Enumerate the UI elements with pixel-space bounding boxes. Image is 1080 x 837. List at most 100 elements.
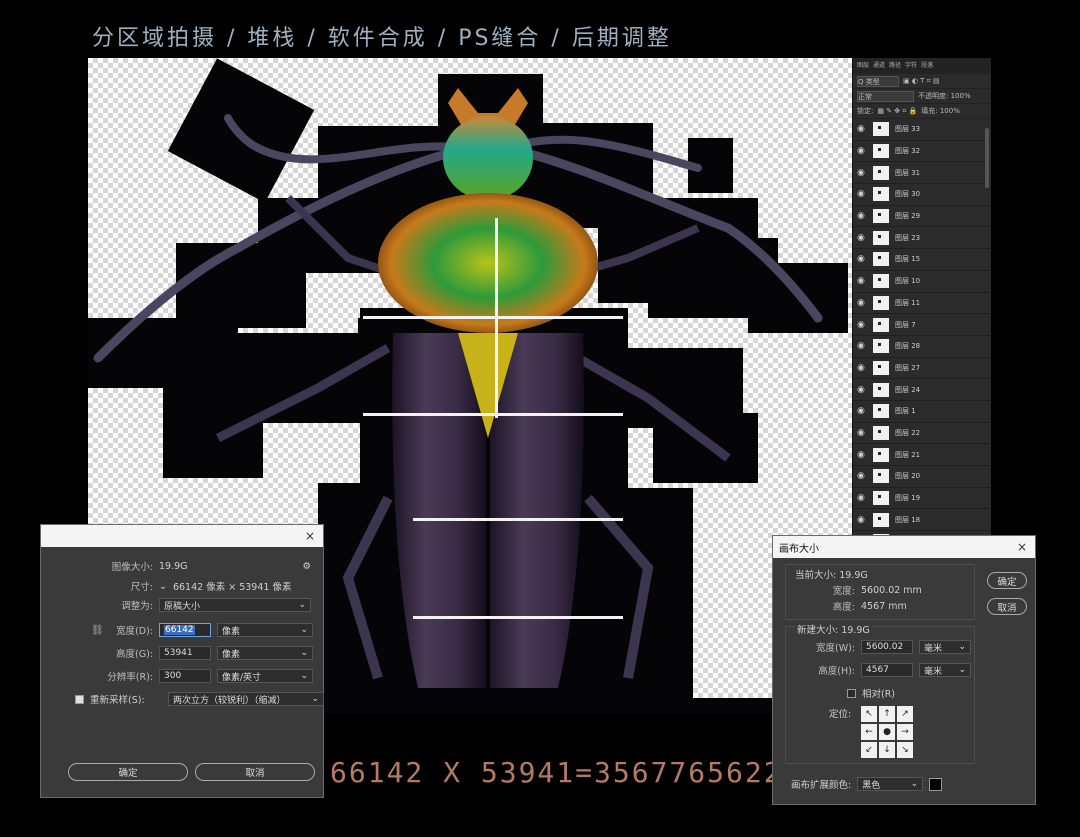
eye-icon[interactable]: ◉: [857, 341, 867, 351]
blend-mode-bar[interactable]: 正常 不透明度: 100%: [853, 89, 991, 104]
layer-row[interactable]: ◉ 图层 30: [853, 184, 991, 206]
width-label: 宽度(D):: [116, 626, 153, 637]
eye-icon[interactable]: ◉: [857, 471, 867, 481]
eye-icon[interactable]: ◉: [857, 189, 867, 199]
anchor-bottom-icon[interactable]: ↓: [879, 742, 895, 758]
layer-row[interactable]: ◉ 图层 21: [853, 444, 991, 466]
anchor-top-right-icon[interactable]: ↗: [897, 706, 913, 722]
layer-row[interactable]: ◉ 图层 7: [853, 314, 991, 336]
layer-row[interactable]: ◉ 图层 28: [853, 336, 991, 358]
layer-row[interactable]: ◉ 图层 29: [853, 206, 991, 228]
lock-bar[interactable]: 锁定: ▦ ✎ ✥ ⌗ 🔒 填充: 100%: [853, 104, 991, 119]
layer-thumbnail: [873, 274, 889, 289]
lock-icons[interactable]: ▦ ✎ ✥ ⌗ 🔒: [877, 107, 917, 116]
layer-row[interactable]: ◉ 图层 24: [853, 379, 991, 401]
eye-icon[interactable]: ◉: [857, 515, 867, 525]
gear-icon[interactable]: ⚙: [302, 561, 311, 572]
eye-icon[interactable]: ◉: [857, 406, 867, 416]
height-unit-dropdown[interactable]: 像素 ⌄: [217, 646, 313, 660]
layer-row[interactable]: ◉ 图层 23: [853, 227, 991, 250]
anchor-top-icon[interactable]: ↑: [879, 706, 895, 722]
new-width-unit-dropdown[interactable]: 毫米 ⌄: [919, 640, 971, 654]
chevron-down-icon[interactable]: ⌄: [159, 581, 167, 592]
image-size-label: 图像大小:: [111, 562, 153, 573]
layer-row[interactable]: ◉ 图层 1: [853, 401, 991, 423]
layer-row[interactable]: ◉ 图层 31: [853, 162, 991, 185]
opacity-field[interactable]: 不透明度: 100%: [918, 91, 971, 101]
layer-row[interactable]: ◉ 图层 10: [853, 271, 991, 293]
close-icon[interactable]: ×: [1017, 540, 1027, 554]
eye-icon[interactable]: ◉: [857, 450, 867, 460]
eye-icon[interactable]: ◉: [857, 146, 867, 156]
image-size-titlebar[interactable]: ×: [41, 525, 323, 547]
layer-thumbnail: [873, 252, 889, 267]
eye-icon[interactable]: ◉: [857, 211, 867, 221]
height-input[interactable]: 53941: [159, 646, 211, 660]
ok-button[interactable]: 确定: [68, 763, 188, 781]
eye-icon[interactable]: ◉: [857, 124, 867, 134]
filter-kind-dropdown[interactable]: Q 类型: [857, 75, 899, 87]
tab-paragraph[interactable]: 段落: [921, 60, 933, 72]
tab-character[interactable]: 字符: [905, 60, 917, 72]
eye-icon[interactable]: ◉: [857, 276, 867, 286]
cancel-button[interactable]: 取消: [195, 763, 315, 781]
close-icon[interactable]: ×: [305, 529, 315, 543]
tab-channels[interactable]: 通道: [873, 60, 885, 72]
new-height-unit-dropdown[interactable]: 毫米 ⌄: [919, 663, 971, 677]
eye-icon[interactable]: ◉: [857, 385, 867, 395]
layers-scrollbar[interactable]: [985, 128, 989, 188]
anchor-center-icon[interactable]: ●: [879, 724, 895, 740]
layer-row[interactable]: ◉ 图层 27: [853, 358, 991, 380]
filter-icons[interactable]: ▣ ◐ T ⌗ ▤: [903, 77, 939, 86]
extension-color-swatch[interactable]: [929, 777, 943, 791]
extension-color-dropdown[interactable]: 黑色 ⌄: [857, 777, 924, 791]
eye-icon[interactable]: ◉: [857, 320, 867, 330]
layer-filter-bar[interactable]: Q 类型 ▣ ◐ T ⌗ ▤: [853, 74, 991, 89]
current-height-value: 4567 mm: [861, 600, 907, 612]
layers-panel[interactable]: 图层 通道 路径 字符 段落 Q 类型 ▣ ◐ T ⌗ ▤ 正常 不透明度: 1…: [852, 58, 991, 538]
new-height-input[interactable]: 4567: [861, 663, 913, 677]
eye-icon[interactable]: ◉: [857, 254, 867, 264]
canvas-size-dialog[interactable]: 画布大小 × 当前大小: 19.9G 宽度: 5600.02 mm 高度: 45…: [772, 535, 1036, 805]
layers-panel-tabs[interactable]: 图层 通道 路径 字符 段落: [853, 58, 991, 74]
layer-row[interactable]: ◉ 图层 32: [853, 141, 991, 163]
anchor-left-icon[interactable]: ←: [861, 724, 877, 740]
ok-button[interactable]: 确定: [987, 572, 1027, 589]
eye-icon[interactable]: ◉: [857, 363, 867, 373]
width-unit-dropdown[interactable]: 像素 ⌄: [217, 623, 313, 637]
anchor-bottom-left-icon[interactable]: ↙: [861, 742, 877, 758]
cancel-button[interactable]: 取消: [987, 598, 1027, 615]
layer-row[interactable]: ◉ 图层 20: [853, 466, 991, 488]
image-size-dialog[interactable]: × 图像大小: 19.9G ⚙ 尺寸: ⌄ 66142 像素 × 53941 像…: [40, 524, 324, 798]
tab-paths[interactable]: 路径: [889, 60, 901, 72]
eye-icon[interactable]: ◉: [857, 298, 867, 308]
resolution-input[interactable]: 300: [159, 669, 211, 683]
anchor-right-icon[interactable]: →: [897, 724, 913, 740]
relative-checkbox[interactable]: [847, 688, 856, 698]
width-input[interactable]: 66142: [159, 623, 211, 637]
eye-icon[interactable]: ◉: [857, 428, 867, 438]
anchor-top-left-icon[interactable]: ↖: [861, 706, 877, 722]
anchor-bottom-right-icon[interactable]: ↘: [897, 742, 913, 758]
layer-row[interactable]: ◉ 图层 15: [853, 249, 991, 271]
layer-row[interactable]: ◉ 图层 18: [853, 509, 991, 532]
anchor-grid[interactable]: ↖ ↑ ↗ ← ● → ↙ ↓ ↘: [861, 706, 913, 758]
blend-mode-dropdown[interactable]: 正常: [857, 90, 914, 102]
layer-list[interactable]: ◉ 图层 33 ◉ 图层 32 ◉ 图层 31 ◉ 图层 30 ◉ 图层 29 ◉ 图层 23 ◉ 图层 …: [853, 119, 991, 538]
resample-checkbox[interactable]: [75, 694, 84, 704]
eye-icon[interactable]: ◉: [857, 493, 867, 503]
resolution-unit-dropdown[interactable]: 像素/英寸 ⌄: [217, 669, 313, 683]
layer-row[interactable]: ◉ 图层 19: [853, 488, 991, 510]
layer-row[interactable]: ◉ 图层 33: [853, 119, 991, 141]
layer-row[interactable]: ◉ 图层 11: [853, 293, 991, 315]
resample-dropdown[interactable]: 两次立方（较锐利）（缩减） ⌄: [168, 692, 324, 706]
fit-to-dropdown[interactable]: 原稿大小 ⌄: [159, 598, 311, 612]
layer-row[interactable]: ◉ 图层 22: [853, 423, 991, 445]
new-width-input[interactable]: 5600.02: [861, 640, 913, 654]
eye-icon[interactable]: ◉: [857, 168, 867, 178]
eye-icon[interactable]: ◉: [857, 233, 867, 243]
fill-field[interactable]: 填充: 100%: [921, 106, 960, 116]
canvas-size-titlebar[interactable]: 画布大小 ×: [773, 536, 1035, 558]
new-width-label: 宽度(W):: [815, 643, 855, 654]
tab-layers[interactable]: 图层: [857, 60, 869, 72]
